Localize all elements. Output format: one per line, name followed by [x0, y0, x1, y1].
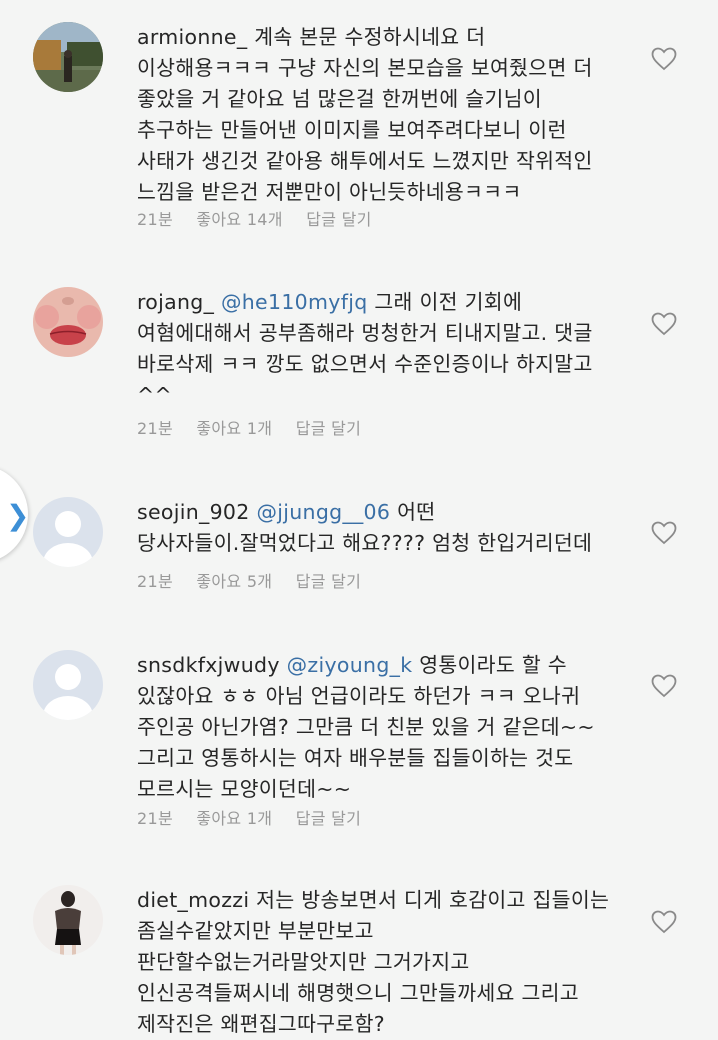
heart-outline-icon[interactable] — [651, 312, 677, 336]
comment-body-line: 계속 본문 수정하시네요 더 — [254, 25, 486, 49]
comment-time: 21분 — [137, 572, 173, 591]
avatar[interactable] — [33, 22, 103, 92]
comment-text: snsdkfxjwudy @ziyoung_k 영통이라도 할 수 있잖아요 ㅎ… — [137, 650, 637, 805]
comment-body-line: 판단할수없는거라말앗지만 그거가지고 — [137, 950, 470, 974]
heart-outline-icon[interactable] — [651, 910, 677, 934]
reply-button[interactable]: 답글 달기 — [296, 805, 361, 829]
avatar[interactable] — [33, 287, 103, 357]
comment-body-line: 느낌을 받은건 저뿐만이 아닌듯하네용ㅋㅋㅋ — [137, 180, 522, 204]
avatar[interactable] — [33, 497, 103, 567]
comment-time: 21분 — [137, 210, 173, 229]
comment-time: 21분 — [137, 809, 173, 828]
comment-body-line: 좀실수같았지만 부분만보고 — [137, 919, 374, 943]
comment-username[interactable]: rojang_ — [137, 290, 214, 314]
comment-body-line: 바로삭제 ㅋㅋ 깡도 없으면서 수준인증이나 하지말고 — [137, 352, 593, 376]
mention-link[interactable]: @jjungg__06 — [256, 500, 390, 524]
heart-outline-icon[interactable] — [651, 47, 677, 71]
reply-button[interactable]: 답글 달기 — [306, 206, 371, 230]
comment-likes[interactable]: 좋아요 1개 — [196, 415, 272, 439]
comment-body-line: 그리고 영통하시는 여자 배우분들 집들이하는 것도 — [137, 746, 574, 770]
comment-text: diet_mozzi 저는 방송보면서 디게 호감이고 집들이는 좀실수같았지만… — [137, 885, 637, 1040]
reply-button[interactable]: 답글 달기 — [296, 415, 361, 439]
avatar[interactable] — [33, 650, 103, 720]
comment-body-line: 여혐에대해서 공부좀해라 멍청한거 티내지말고. 댓글 — [137, 321, 593, 345]
comment-meta: 21분 좋아요 5개 답글 달기 — [137, 568, 379, 592]
comment-body-line: 추구하는 만들어낸 이미지를 보여주려다보니 이런 — [137, 118, 567, 142]
chevron-right-icon: ❯ — [6, 499, 30, 532]
comment-username[interactable]: armionne_ — [137, 25, 247, 49]
comment-text: rojang_ @he110myfjq 그래 이전 기회에 여혐에대해서 공부좀… — [137, 287, 637, 411]
comment-meta: 21분 좋아요 1개 답글 달기 — [137, 805, 379, 829]
comment-body-line: ^^ — [137, 383, 172, 407]
comment-text: armionne_ 계속 본문 수정하시네요 더 이상해용ㅋㅋㅋ 구냥 자신의 … — [137, 22, 637, 208]
comment-body-line: 어떤 — [397, 500, 436, 524]
mention-link[interactable]: @he110myfjq — [221, 290, 368, 314]
comment-likes[interactable]: 좋아요 1개 — [196, 805, 272, 829]
comment-body-line: 영통이라도 할 수 — [419, 653, 567, 677]
comment-body-line: 제작진은 왜편집그따구로함? — [137, 1012, 385, 1036]
comment-likes[interactable]: 좋아요 5개 — [196, 568, 272, 592]
heart-outline-icon[interactable] — [651, 674, 677, 698]
comment-body-line: 좋았을 거 같아요 넘 많은걸 한꺼번에 슬기님이 — [137, 87, 542, 111]
reply-button[interactable]: 답글 달기 — [296, 568, 361, 592]
comment-body-line: 저는 방송보면서 디게 호감이고 집들이는 — [256, 888, 610, 912]
comment-meta: 21분 좋아요 14개 답글 달기 — [137, 206, 390, 230]
comment-username[interactable]: snsdkfxjwudy — [137, 653, 280, 677]
comment-body-line: 사태가 생긴것 같아용 해투에서도 느꼈지만 작위적인 — [137, 149, 593, 173]
comment-body-line: 당사자들이.잘먹었다고 해요???? 엄청 한입거리던데 — [137, 531, 593, 555]
comment-time: 21분 — [137, 419, 173, 438]
comment-body-line: 모르시는 모양이던데~~ — [137, 777, 352, 801]
comment-meta: 21분 좋아요 1개 답글 달기 — [137, 415, 379, 439]
comment-text: seojin_902 @jjungg__06 어떤 당사자들이.잘먹었다고 해요… — [137, 497, 637, 559]
heart-outline-icon[interactable] — [651, 521, 677, 545]
comment-likes[interactable]: 좋아요 14개 — [196, 206, 282, 230]
comment-body-line: 이상해용ㅋㅋㅋ 구냥 자신의 본모습을 보여줬으면 더 — [137, 56, 593, 80]
comment-body-line: 그래 이전 기회에 — [374, 290, 523, 314]
avatar[interactable] — [33, 885, 103, 955]
comment-body-line: 주인공 아닌가염? 그만큼 더 친분 있을 거 같은데~~ — [137, 715, 595, 739]
comment-body-line: 인신공격들쩌시네 해명햇으니 그만들까세요 그리고 — [137, 981, 579, 1005]
comment-username[interactable]: seojin_902 — [137, 500, 250, 524]
comment-username[interactable]: diet_mozzi — [137, 888, 249, 912]
side-panel-tab[interactable]: ❯ — [0, 465, 30, 563]
mention-link[interactable]: @ziyoung_k — [287, 653, 413, 677]
comment-body-line: 있잖아요 ㅎㅎ 아님 언급이라도 하던가 ㅋㅋ 오나귀 — [137, 684, 581, 708]
